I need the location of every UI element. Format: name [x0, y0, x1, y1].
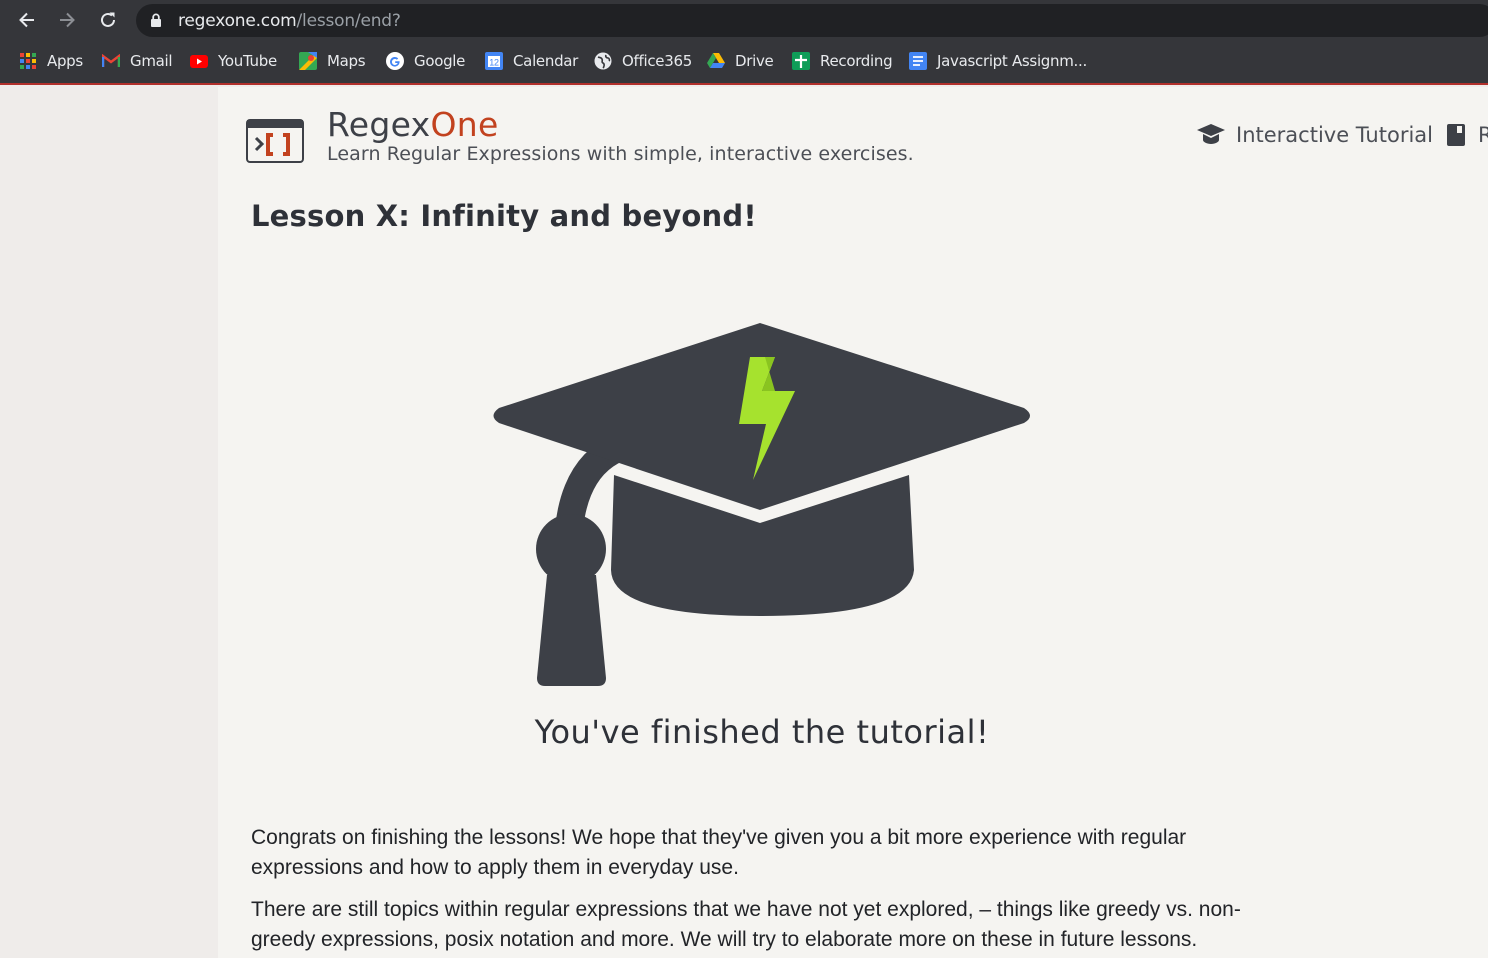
bookmark-drive[interactable]: Drive	[707, 50, 774, 72]
forward-button[interactable]	[52, 5, 82, 35]
sheets-icon	[792, 52, 810, 70]
bookmarks-bar: Apps Gmail YouTube Maps Google 12 Calend…	[0, 43, 1488, 79]
address-bar[interactable]: regexone.com/lesson/end?	[136, 4, 1488, 37]
bookmark-maps[interactable]: Maps	[299, 50, 366, 72]
lock-icon	[151, 13, 161, 27]
congrats-paragraph: Congrats on finishing the lessons! We ho…	[251, 826, 1187, 879]
maps-icon	[299, 52, 317, 70]
docs-icon	[909, 52, 927, 70]
reload-button[interactable]	[93, 5, 123, 35]
future-topics-paragraph: There are still topics within regular ex…	[251, 898, 1241, 951]
regex-logo-icon	[246, 119, 304, 163]
drive-icon	[707, 52, 725, 70]
tagline: Learn Regular Expressions with simple, i…	[327, 143, 914, 165]
bookmark-apps[interactable]: Apps	[19, 50, 83, 72]
bookmark-office365[interactable]: Office365	[594, 50, 692, 72]
globe-icon	[594, 52, 612, 70]
page-content: RegexOne Learn Regular Expressions with …	[218, 87, 1488, 958]
arrow-right-icon	[60, 12, 75, 28]
bookmark-label: Recording	[820, 52, 893, 70]
graduation-cap-icon	[1197, 124, 1225, 144]
bookmark-recording[interactable]: Recording	[792, 50, 893, 72]
bookmark-label: Gmail	[130, 52, 173, 70]
youtube-icon	[190, 52, 208, 70]
bookmark-label: Drive	[735, 52, 774, 70]
bookmark-label: Google	[414, 52, 466, 70]
bookmark-gmail[interactable]: Gmail	[102, 50, 173, 72]
brand-name[interactable]: RegexOne	[327, 105, 499, 144]
apps-grid-icon	[19, 52, 37, 70]
nav-interactive-tutorial[interactable]: Interactive Tutorial	[1196, 123, 1433, 147]
svg-text:12: 12	[489, 58, 499, 68]
bookmark-label: Javascript Assignm...	[937, 52, 1087, 70]
nav-label: R	[1478, 123, 1488, 147]
bookmark-label: Office365	[622, 52, 692, 70]
bookmark-label: Maps	[327, 52, 366, 70]
gmail-icon	[102, 52, 120, 70]
bookmark-javascript-assignment[interactable]: Javascript Assignm...	[909, 50, 1087, 72]
completion-message: You've finished the tutorial!	[534, 713, 990, 751]
url-host: regexone.com	[178, 11, 297, 31]
bookmark-calendar[interactable]: 12 Calendar	[485, 50, 578, 72]
google-icon	[386, 52, 404, 70]
bookmark-label: YouTube	[218, 52, 277, 70]
nav-reference[interactable]: R	[1446, 123, 1488, 147]
brand-main: Regex	[327, 105, 431, 144]
calendar-icon: 12	[485, 52, 503, 70]
nav-label: Interactive Tutorial	[1236, 123, 1433, 147]
bookmark-label: Apps	[47, 52, 83, 70]
url-text: regexone.com/lesson/end?	[178, 11, 401, 31]
bookmark-youtube[interactable]: YouTube	[190, 50, 277, 72]
book-icon	[1447, 124, 1465, 146]
back-button[interactable]	[12, 5, 42, 35]
lesson-title: Lesson X: Infinity and beyond!	[251, 199, 757, 233]
graduation-cap-icon	[493, 323, 1030, 686]
regexone-logo[interactable]	[246, 119, 304, 168]
reload-icon	[101, 12, 115, 27]
bookmark-label: Calendar	[513, 52, 579, 70]
url-path: /lesson/end?	[296, 11, 401, 31]
browser-chrome: regexone.com/lesson/end? Apps Gmail YouT…	[0, 0, 1488, 85]
arrow-left-icon	[19, 12, 34, 28]
bookmark-google[interactable]: Google	[386, 50, 465, 72]
graduation-cap-illustration	[490, 320, 1035, 695]
brand-accent: One	[430, 105, 499, 144]
